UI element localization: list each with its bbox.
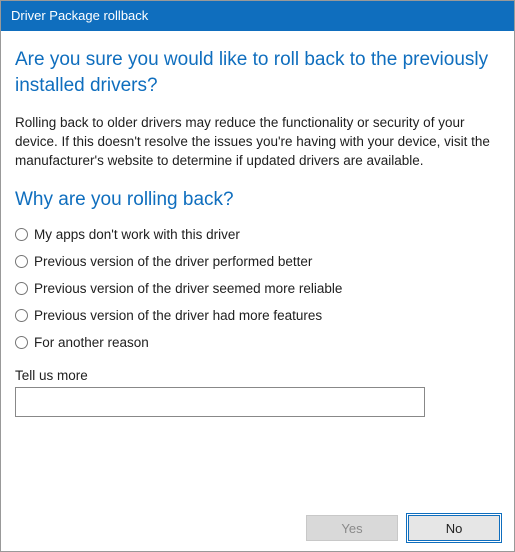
window-title: Driver Package rollback — [11, 8, 148, 23]
no-button[interactable]: No — [408, 515, 500, 541]
subheading: Why are you rolling back? — [15, 189, 500, 211]
reason-radio-1[interactable] — [15, 228, 28, 241]
reason-label: My apps don't work with this driver — [34, 227, 240, 242]
reason-option[interactable]: For another reason — [15, 335, 500, 350]
reason-radio-4[interactable] — [15, 309, 28, 322]
reason-radio-5[interactable] — [15, 336, 28, 349]
button-row: Yes No — [15, 501, 500, 541]
reason-option[interactable]: My apps don't work with this driver — [15, 227, 500, 242]
reason-label: Previous version of the driver seemed mo… — [34, 281, 342, 296]
reason-label: Previous version of the driver performed… — [34, 254, 312, 269]
main-heading: Are you sure you would like to roll back… — [15, 47, 500, 98]
reason-label: Previous version of the driver had more … — [34, 308, 322, 323]
body-text: Rolling back to older drivers may reduce… — [15, 114, 500, 171]
yes-button[interactable]: Yes — [306, 515, 398, 541]
dialog-window: Driver Package rollback Are you sure you… — [0, 0, 515, 552]
reason-radio-group: My apps don't work with this driver Prev… — [15, 227, 500, 350]
reason-radio-2[interactable] — [15, 255, 28, 268]
reason-option[interactable]: Previous version of the driver performed… — [15, 254, 500, 269]
reason-option[interactable]: Previous version of the driver seemed mo… — [15, 281, 500, 296]
titlebar: Driver Package rollback — [1, 1, 514, 31]
tell-us-more-input[interactable] — [15, 387, 425, 417]
dialog-content: Are you sure you would like to roll back… — [1, 31, 514, 551]
reason-option[interactable]: Previous version of the driver had more … — [15, 308, 500, 323]
tell-us-more-label: Tell us more — [15, 368, 500, 383]
reason-radio-3[interactable] — [15, 282, 28, 295]
reason-label: For another reason — [34, 335, 149, 350]
